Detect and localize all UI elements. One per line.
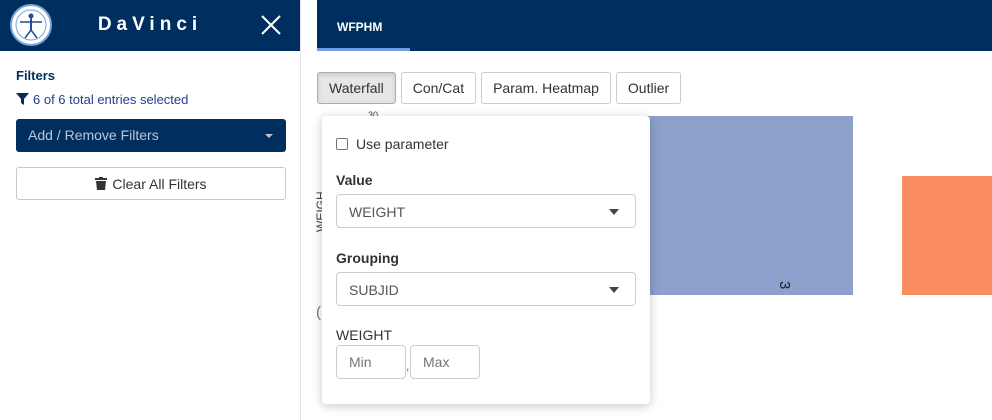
- chart-bar-label: 3: [776, 281, 793, 290]
- caret-down-icon: [609, 209, 619, 215]
- waterfall-settings-popover: Use parameter Value WEIGHT Grouping SUBJ…: [322, 116, 650, 404]
- grouping-select[interactable]: SUBJID: [336, 272, 636, 306]
- trash-icon: [95, 177, 108, 190]
- add-remove-filters-dropdown[interactable]: Add / Remove Filters: [16, 119, 286, 152]
- plot-type-buttons: Waterfall Con/Cat Param. Heatmap Outlier: [317, 72, 682, 104]
- caret-down-icon: [609, 287, 619, 293]
- chart-bar-2: [902, 176, 992, 295]
- con-cat-button[interactable]: Con/Cat: [400, 72, 477, 104]
- tab-active-underline: [317, 48, 410, 51]
- clear-all-filters-button[interactable]: Clear All Filters: [16, 167, 286, 200]
- waterfall-button[interactable]: Waterfall: [317, 72, 396, 104]
- grouping-label: Grouping: [336, 250, 399, 266]
- value-label: Value: [336, 172, 373, 188]
- use-parameter-checkbox[interactable]: [336, 138, 348, 150]
- filter-icon: [16, 93, 29, 105]
- caret-down-icon: [265, 134, 273, 138]
- filter-count-text: 6 of 6 total entries selected: [33, 92, 189, 107]
- add-remove-filters-label: Add / Remove Filters: [28, 127, 159, 143]
- chart-bar-1: [622, 116, 853, 295]
- min-input[interactable]: [336, 345, 406, 379]
- close-icon[interactable]: [258, 12, 284, 38]
- tab-wfphm[interactable]: WFPHM: [317, 0, 410, 51]
- sidebar: DaVinci Filters 6 of 6 total entries sel…: [0, 0, 301, 420]
- use-parameter-row[interactable]: Use parameter: [336, 136, 449, 152]
- clear-all-filters-label: Clear All Filters: [112, 175, 207, 192]
- outlier-button[interactable]: Outlier: [615, 72, 682, 104]
- range-label: WEIGHT: [336, 327, 392, 343]
- filters-title: Filters: [16, 68, 56, 83]
- sidebar-header: DaVinci: [0, 0, 300, 51]
- chart-axis-fragment: (: [316, 304, 321, 321]
- app-brand: DaVinci: [97, 14, 203, 35]
- value-select-text: WEIGHT: [349, 204, 405, 220]
- main-topbar: WFPHM: [317, 0, 992, 51]
- param-heatmap-button[interactable]: Param. Heatmap: [481, 72, 611, 104]
- filter-count: 6 of 6 total entries selected: [16, 92, 188, 107]
- tab-wfphm-label: WFPHM: [337, 20, 383, 34]
- grouping-select-text: SUBJID: [349, 282, 399, 298]
- range-separator: ,: [406, 359, 410, 373]
- max-input[interactable]: [410, 345, 480, 379]
- value-select[interactable]: WEIGHT: [336, 194, 636, 228]
- use-parameter-label: Use parameter: [356, 136, 449, 152]
